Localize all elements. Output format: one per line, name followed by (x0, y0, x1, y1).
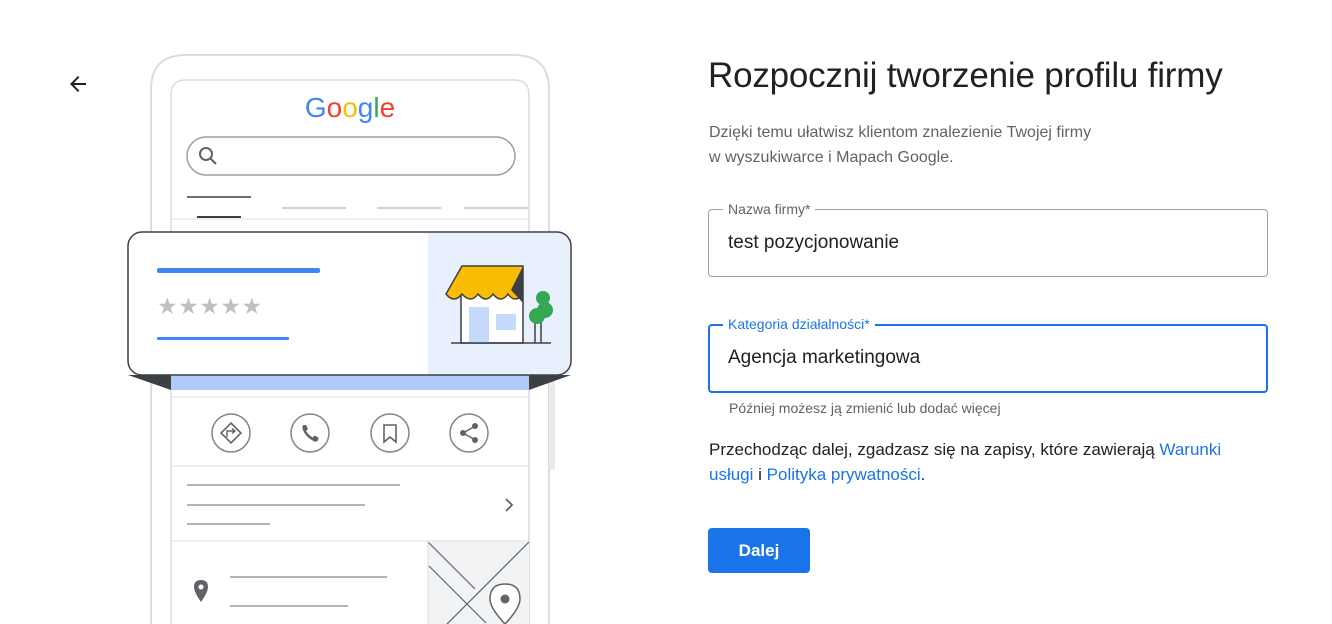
rating-stars: ★★★★★ (157, 294, 263, 320)
business-name-field[interactable]: Nazwa firmy* (708, 200, 1268, 277)
business-category-input[interactable] (728, 347, 1238, 369)
share-icon (449, 413, 489, 453)
business-name-input[interactable] (728, 232, 1238, 254)
back-button[interactable] (58, 64, 98, 104)
terms-notice: Przechodząc dalej, zgadzasz się na zapis… (709, 437, 1269, 487)
subtitle-line-2: w wyszukiwarce i Mapach Google. (709, 149, 954, 166)
terms-conjunction: i (753, 465, 767, 484)
bookmark-icon (370, 413, 410, 453)
category-helper-text: Później możesz ją zmienić lub dodać więc… (729, 400, 1001, 416)
business-name-label: Nazwa firmy* (723, 200, 816, 218)
terms-suffix: . (920, 465, 926, 484)
business-profile-illustration: Google ★★★★★ (127, 54, 572, 624)
business-category-field[interactable]: Kategoria działalności* (708, 315, 1268, 393)
arrow-left-icon (70, 76, 86, 92)
subtitle-line-1: Dzięki temu ułatwisz klientom znalezieni… (709, 124, 1092, 141)
page-subtitle: Dzięki temu ułatwisz klientom znalezieni… (709, 120, 1179, 170)
mock-search-bar (186, 136, 516, 176)
terms-prefix: Przechodząc dalej, zgadzasz się na zapis… (709, 440, 1160, 459)
phone-icon (290, 413, 330, 453)
google-logo: Google (305, 92, 395, 123)
directions-icon (211, 413, 251, 453)
page-title: Rozpocznij tworzenie profilu firmy (708, 56, 1223, 95)
privacy-policy-link[interactable]: Polityka prywatności (767, 465, 921, 484)
map-thumbnail (427, 541, 530, 624)
business-category-label: Kategoria działalności* (723, 315, 875, 333)
next-button[interactable]: Dalej (708, 528, 810, 573)
